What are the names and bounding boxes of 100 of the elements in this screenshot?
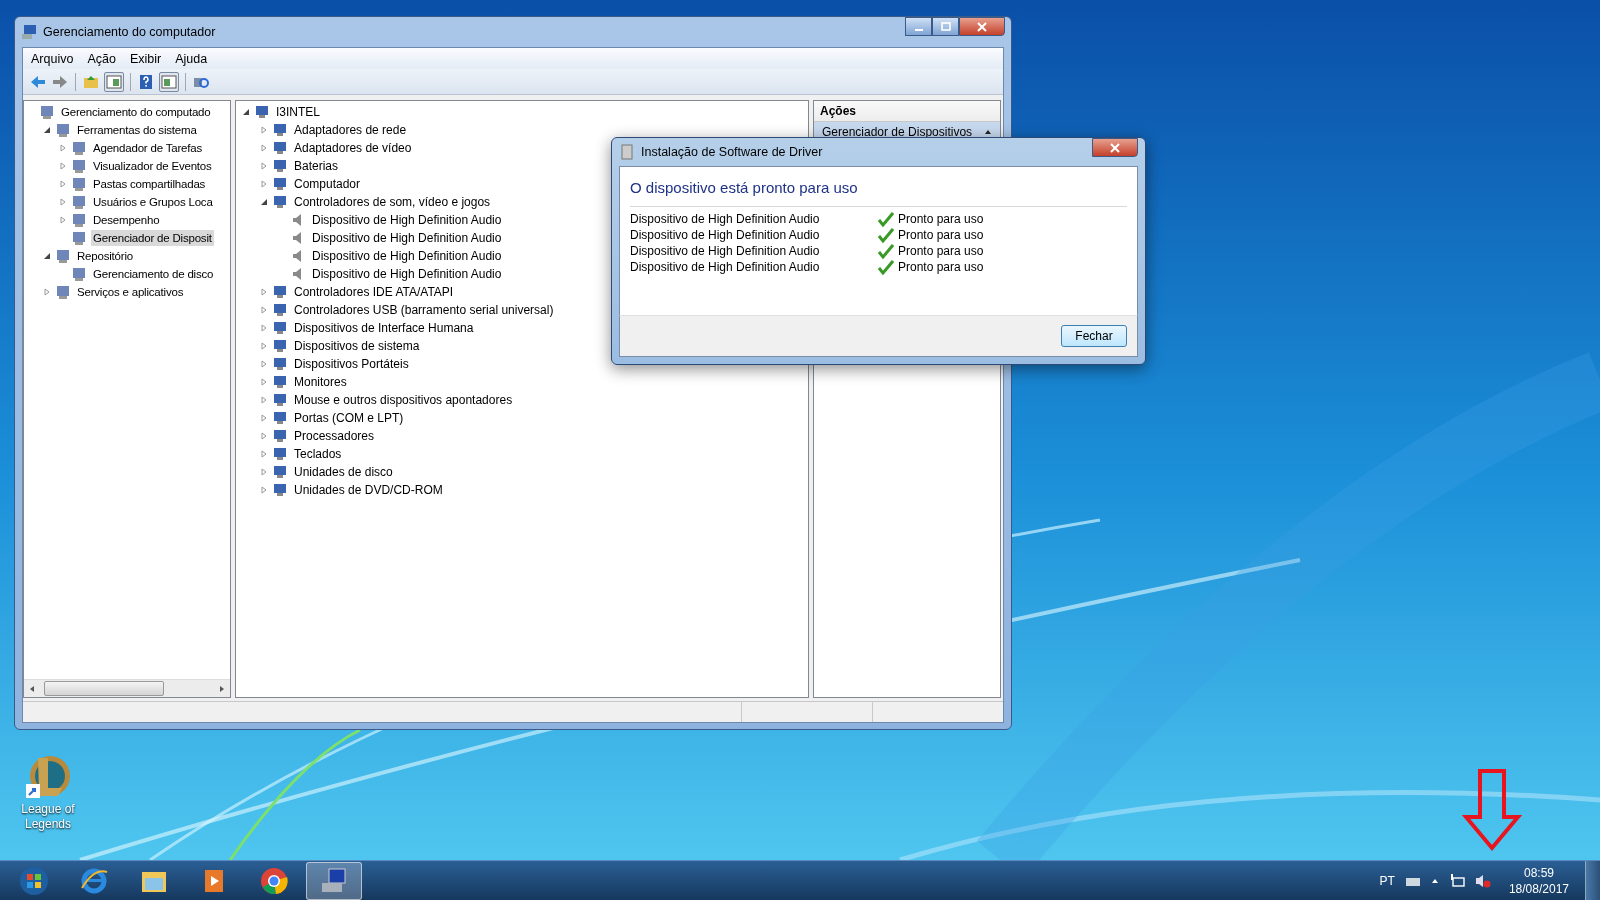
tool-icon: [71, 176, 87, 192]
device-icon: [272, 338, 288, 354]
window-title: Gerenciamento do computador: [43, 25, 216, 39]
device-icon: [272, 176, 288, 192]
device-icon: [272, 410, 288, 426]
tree-item[interactable]: Portas (COM e LPT): [292, 410, 406, 426]
tree-item[interactable]: Controladores USB (barramento serial universal): [292, 302, 556, 318]
pane-icon[interactable]: [159, 71, 179, 92]
tree-item[interactable]: Ferramentas do sistema: [75, 122, 199, 138]
maximize-button[interactable]: [932, 17, 959, 36]
tree-item[interactable]: Adaptadores de rede: [292, 122, 409, 138]
tree-item[interactable]: Controladores IDE ATA/ATAPI: [292, 284, 456, 300]
tree-item[interactable]: Mouse e outros dispositivos apontadores: [292, 392, 515, 408]
scroll-bar[interactable]: [24, 679, 230, 697]
tool-icon: [71, 230, 87, 246]
expander-icon[interactable]: [242, 108, 250, 116]
close-button[interactable]: [1092, 138, 1138, 157]
status-text: Pronto para uso: [898, 228, 984, 242]
close-icon: [977, 21, 987, 32]
tree-item[interactable]: Dispositivos de Interface Humana: [292, 320, 476, 336]
help-icon[interactable]: [137, 72, 155, 91]
actions-header: Ações: [814, 101, 1000, 122]
tree-item[interactable]: Adaptadores de vídeo: [292, 140, 414, 156]
tree-item[interactable]: Processadores: [292, 428, 377, 444]
device-icon: [272, 320, 288, 336]
device-icon: [272, 446, 288, 462]
device-name: Dispositivo de High Definition Audio: [630, 212, 821, 226]
check-icon: [878, 259, 894, 275]
tree-item[interactable]: Serviços e aplicativos: [75, 284, 186, 300]
device-icon: [272, 158, 288, 174]
tool-icon: [71, 158, 87, 174]
device-icon: [272, 374, 288, 390]
tree-item[interactable]: Computador: [292, 176, 363, 192]
device-icon: [272, 392, 288, 408]
chrome-icon: [259, 865, 289, 896]
close-dialog-button[interactable]: Fechar: [1061, 325, 1127, 347]
menu-item[interactable]: Ação: [87, 51, 116, 66]
tree-item[interactable]: Unidades de DVD/CD-ROM: [292, 482, 445, 498]
show-desktop-button[interactable]: [1585, 860, 1600, 900]
tree-item[interactable]: Unidades de disco: [292, 464, 395, 480]
tree-item[interactable]: Teclados: [292, 446, 344, 462]
tree-item[interactable]: Gerenciador de Disposit: [91, 230, 214, 246]
device-icon: [272, 464, 288, 480]
check-icon: [878, 211, 894, 227]
tool-icon: [39, 104, 55, 120]
expander-icon[interactable]: [260, 198, 268, 206]
device-name: Dispositivo de High Definition Audio: [630, 228, 821, 242]
tree-item[interactable]: I3INTEL: [274, 104, 322, 120]
tree-item[interactable]: Agendador de Tarefas: [91, 140, 204, 156]
device-icon: [272, 482, 288, 498]
menu-item[interactable]: Exibir: [129, 51, 162, 66]
check-icon: [878, 227, 894, 243]
tree-item[interactable]: Baterias: [292, 158, 341, 174]
device-icon: [254, 104, 270, 120]
computer-icon: [21, 24, 37, 40]
tree-item[interactable]: Gerenciamento do computado: [59, 104, 213, 120]
volume-muted-icon[interactable]: [1474, 872, 1491, 889]
dialog-title: Instalação de Software de Driver: [641, 145, 823, 159]
start-orb-icon: [19, 865, 49, 896]
close-button[interactable]: [959, 17, 1005, 36]
tree-item[interactable]: Dispositivos de sistema: [292, 338, 422, 354]
tree-item[interactable]: Desempenho: [91, 212, 162, 228]
taskbar-app[interactable]: [306, 861, 362, 900]
tree-item[interactable]: Usuários e Grupos Loca: [91, 194, 215, 210]
device-icon: [272, 284, 288, 300]
dialog-heading: O dispositivo está pronto para uso: [630, 178, 859, 198]
tool-icon: [71, 194, 87, 210]
device-icon: [272, 194, 288, 210]
tool-icon: [55, 122, 71, 138]
device-name: Dispositivo de High Definition Audio: [630, 260, 821, 274]
device-icon: [272, 356, 288, 372]
minimize-button[interactable]: [905, 17, 932, 36]
close-icon: [1110, 142, 1120, 153]
expander-icon[interactable]: [43, 252, 51, 260]
tree-item[interactable]: Dispositivos Portáteis: [292, 356, 411, 372]
tree-item[interactable]: Pastas compartilhadas: [91, 176, 208, 192]
clock-date[interactable]: 18/08/2017: [1508, 880, 1569, 897]
check-icon: [878, 243, 894, 259]
clock-time[interactable]: 08:59: [1523, 864, 1554, 881]
pane-icon[interactable]: [104, 71, 124, 92]
tree-item[interactable]: Dispositivo de High Definition Audio: [310, 248, 504, 264]
language-indicator[interactable]: PT: [1379, 873, 1395, 888]
tree-item[interactable]: Monitores: [292, 374, 349, 390]
minimize-icon: [914, 28, 923, 31]
tree-item[interactable]: Dispositivo de High Definition Audio: [310, 212, 504, 228]
tool-icon: [71, 212, 87, 228]
device-icon: [272, 122, 288, 138]
menu-item[interactable]: Arquivo: [31, 51, 74, 66]
expander-icon[interactable]: [43, 126, 51, 134]
status-text: Pronto para uso: [898, 212, 984, 226]
maximize-icon: [940, 21, 951, 32]
tree-item[interactable]: Repositório: [75, 248, 135, 264]
device-icon: [272, 302, 288, 318]
tree-item[interactable]: Dispositivo de High Definition Audio: [310, 230, 504, 246]
tree-item[interactable]: Gerenciamento de disco: [91, 266, 216, 282]
tree-item[interactable]: Visualizador de Eventos: [91, 158, 214, 174]
tree-item[interactable]: Controladores de som, vídeo e jogos: [292, 194, 493, 210]
menu-item[interactable]: Ajuda: [175, 51, 208, 66]
network-icon[interactable]: [1448, 872, 1465, 889]
tree-item[interactable]: Dispositivo de High Definition Audio: [310, 266, 504, 282]
